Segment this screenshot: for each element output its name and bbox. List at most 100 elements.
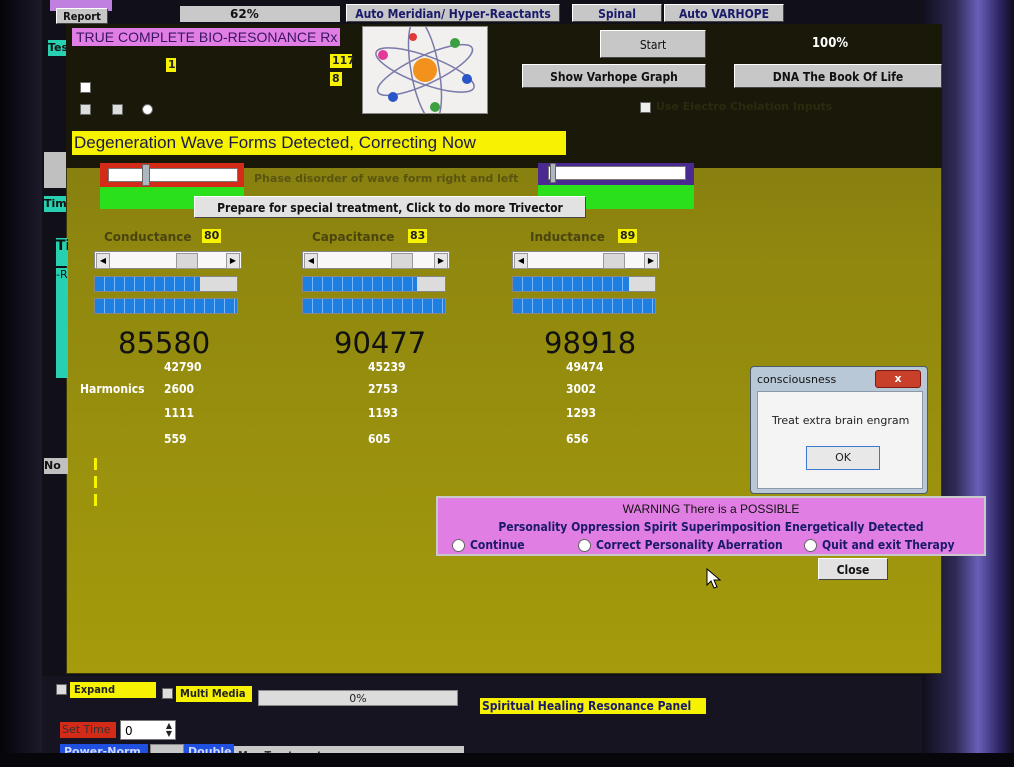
- dialog-title: consciousness: [757, 373, 837, 386]
- electro-chelation-label: Use Electro Chelation Inputs: [656, 100, 833, 113]
- scroll-left-icon[interactable]: ◀: [96, 253, 110, 269]
- spinal-button[interactable]: Spinal: [572, 4, 662, 22]
- scroll-thumb[interactable]: [176, 253, 198, 269]
- scroll-right-icon[interactable]: ▶: [434, 253, 448, 269]
- prepare-treatment-button[interactable]: Prepare for special treatment, Click to …: [194, 196, 586, 218]
- dna-book-of-life-button[interactable]: DNA The Book Of Life: [734, 64, 942, 88]
- scroll-left-icon[interactable]: ◀: [304, 253, 318, 269]
- meter-big-number: 85580: [118, 326, 211, 360]
- left-side-button[interactable]: [44, 152, 66, 188]
- mouse-pointer-icon: [706, 568, 722, 589]
- no-tab[interactable]: No: [44, 458, 68, 474]
- bottom-progress: 0%: [258, 690, 458, 706]
- expand-label[interactable]: Expand: [70, 682, 156, 698]
- phase-right-thumb[interactable]: [550, 163, 556, 183]
- phase-left-slider[interactable]: [108, 168, 238, 182]
- quit-label[interactable]: Quit and exit Therapy: [822, 538, 955, 552]
- harmonic-value: 559: [164, 432, 187, 446]
- meter-scrollbar[interactable]: ◀ ▶: [512, 251, 660, 269]
- harmonic-value: 45239: [368, 360, 406, 374]
- harmonic-value: 2600: [164, 382, 195, 396]
- monitor-bezel-left: [0, 0, 42, 767]
- set-time-label: Set Time: [60, 722, 116, 738]
- harmonics-label: Harmonics: [80, 382, 145, 396]
- meter-value: 80: [202, 229, 222, 243]
- phase-left-thumb[interactable]: [142, 164, 150, 186]
- close-button[interactable]: Close: [818, 558, 888, 580]
- program-title: TRUE COMPLETE BIO-RESONANCE Rx: [72, 28, 340, 46]
- continue-label[interactable]: Continue: [470, 538, 525, 552]
- dialog-close-icon[interactable]: x: [875, 370, 921, 388]
- degeneration-banner: Degeneration Wave Forms Detected, Correc…: [72, 131, 566, 155]
- scroll-right-icon[interactable]: ▶: [644, 253, 658, 269]
- meter-value: 89: [618, 229, 638, 243]
- atom-icon: [375, 17, 475, 123]
- auto-meridian-button[interactable]: Auto Meridian/ Hyper-Reactants: [346, 4, 560, 22]
- meter-progress-1: [302, 276, 446, 292]
- tim-tab[interactable]: Tim: [44, 196, 67, 212]
- warning-line2: Personality Oppression Spirit Superimpos…: [498, 520, 924, 534]
- spiritual-healing-label: Spiritual Healing Resonance Panel: [480, 698, 706, 714]
- meter-progress-1: [512, 276, 656, 292]
- harmonic-value: 1193: [368, 406, 399, 420]
- meter-big-number: 98918: [544, 326, 637, 360]
- correct-radio[interactable]: [578, 539, 591, 552]
- multimedia-label[interactable]: Multi Media: [176, 686, 252, 702]
- progress-percent: 100%: [811, 36, 849, 51]
- harmonic-value: 605: [368, 432, 391, 446]
- meter-progress-2: [94, 298, 238, 314]
- meter-label: Capacitance: [312, 230, 395, 244]
- harmonic-value: 2753: [368, 382, 399, 396]
- meter-progress-1: [94, 276, 238, 292]
- meter-big-number: 90477: [334, 326, 427, 360]
- consciousness-dialog: consciousness x Treat extra brain engram…: [750, 366, 928, 494]
- option-checkbox-2[interactable]: [80, 104, 91, 115]
- r-panel: -R: [56, 268, 68, 378]
- meter-scrollbar[interactable]: ◀ ▶: [302, 251, 450, 269]
- quit-radio[interactable]: [804, 539, 817, 552]
- scroll-right-icon[interactable]: ▶: [226, 253, 240, 269]
- phase-right-slider[interactable]: [548, 166, 686, 180]
- warning-line1: WARNING There is a POSSIBLE: [622, 502, 800, 516]
- field-b: 117: [330, 54, 355, 68]
- harmonic-value: 1111: [164, 406, 195, 420]
- field-c: 8: [330, 72, 342, 86]
- option-radio[interactable]: [142, 104, 153, 115]
- meter-scrollbar[interactable]: ◀ ▶: [94, 251, 242, 269]
- harmonic-value: 49474: [566, 360, 604, 374]
- correct-label[interactable]: Correct Personality Aberration: [596, 538, 783, 552]
- option-checkbox-1[interactable]: [80, 82, 91, 93]
- report-button[interactable]: Report: [56, 8, 108, 24]
- phase-label: Phase disorder of wave form right and le…: [254, 172, 519, 185]
- dialog-ok-button[interactable]: OK: [806, 446, 880, 470]
- scroll-left-icon[interactable]: ◀: [514, 253, 528, 269]
- start-button[interactable]: Start: [600, 30, 706, 58]
- scroll-thumb[interactable]: [603, 253, 625, 269]
- meter-label: Conductance: [104, 230, 192, 244]
- harmonic-value: 1293: [566, 406, 597, 420]
- time-spinner[interactable]: ▲ ▼: [164, 722, 174, 738]
- show-varhope-graph-button[interactable]: Show Varhope Graph: [522, 64, 706, 88]
- ti-tab[interactable]: Ti: [56, 238, 68, 266]
- field-a: 1: [166, 58, 176, 72]
- top-progress-percent: 62%: [180, 6, 340, 22]
- option-checkbox-3[interactable]: [112, 104, 123, 115]
- indicator-dashes: [94, 458, 97, 512]
- electro-chelation-checkbox[interactable]: [640, 102, 651, 113]
- warning-panel: WARNING There is a POSSIBLE Personality …: [436, 496, 986, 556]
- continue-radio[interactable]: [452, 539, 465, 552]
- multimedia-checkbox[interactable]: [162, 688, 173, 699]
- harmonic-value: 42790: [164, 360, 202, 374]
- atom-image: [362, 17, 488, 123]
- expand-checkbox[interactable]: [56, 684, 67, 695]
- monitor-bezel-bottom: [0, 753, 1014, 767]
- harmonic-value: 3002: [566, 382, 597, 396]
- harmonic-value: 656: [566, 432, 589, 446]
- auto-varhope-button[interactable]: Auto VARHOPE: [664, 4, 784, 22]
- meter-value: 83: [408, 229, 428, 243]
- dialog-message: Treat extra brain engram: [772, 414, 910, 427]
- meter-progress-2: [512, 298, 656, 314]
- meter-label: Inductance: [530, 230, 605, 244]
- meter-progress-2: [302, 298, 446, 314]
- scroll-thumb[interactable]: [391, 253, 413, 269]
